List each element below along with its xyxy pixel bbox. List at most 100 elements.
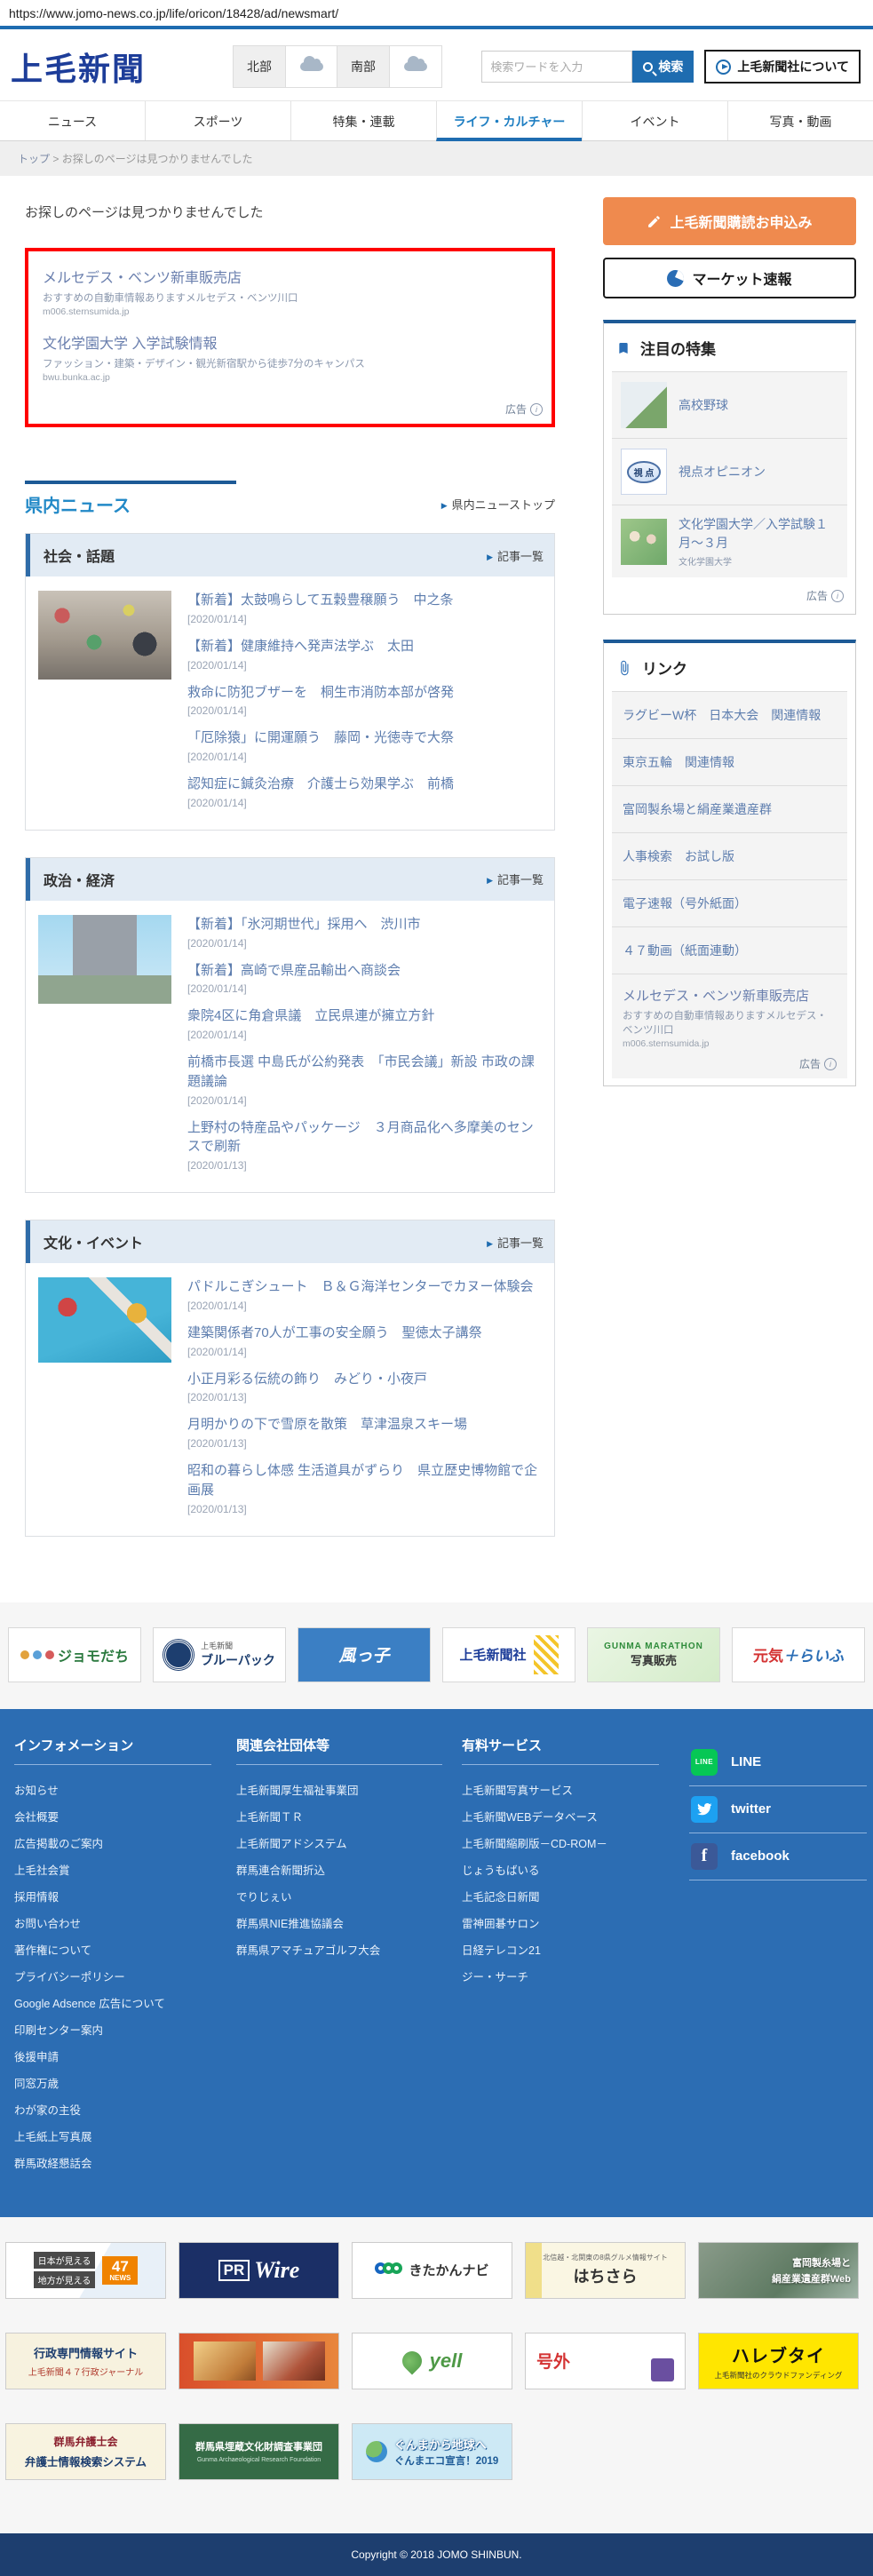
footer-link[interactable]: 著作権について [14, 1936, 211, 1963]
featured-item-koko-yakyu[interactable]: 高校野球 [612, 371, 847, 438]
footer-link[interactable]: じょうもばいる [462, 1856, 659, 1883]
search-button[interactable]: 検索 [632, 51, 694, 83]
ad-label[interactable]: 広告 i [623, 1049, 837, 1071]
site-logo[interactable]: 上毛新聞 [11, 44, 146, 90]
footer-link[interactable]: 群馬政経懇話会 [14, 2150, 211, 2176]
market-report-button[interactable]: マーケット速報 [603, 258, 856, 298]
banner-food-photos[interactable] [179, 2332, 339, 2389]
article-link[interactable]: 【新着】健康維持へ発声法学ぶ 太田 [187, 637, 542, 656]
nav-photo-video[interactable]: 写真・動画 [727, 101, 873, 140]
banner-kitakan-navi[interactable]: きたかんナビ [352, 2241, 512, 2299]
social-facebook[interactable]: f facebook [689, 1833, 867, 1880]
address-bar[interactable]: https://www.jomo-news.co.jp/life/oricon/… [0, 0, 873, 26]
banner-hachisara[interactable]: 北信越・北関東の8県グルメ情報サイト はちさら [525, 2241, 686, 2299]
article-link[interactable]: 建築関係者70人が工事の安全願う 聖徳太子講祭 [187, 1324, 542, 1343]
ad-title[interactable]: メルセデス・ベンツ新車販売店 [623, 986, 837, 1005]
footer-link[interactable]: 日経テレコン21 [462, 1936, 659, 1963]
article-list-link[interactable]: 記事一覧 [487, 1234, 544, 1251]
footer-link[interactable]: 上毛社会賞 [14, 1856, 211, 1883]
partner-genki-life[interactable]: 元気 ＋らいふ [732, 1626, 865, 1682]
nav-life-culture[interactable]: ライフ・カルチャー [436, 101, 582, 141]
banner-bengoshikai[interactable]: 群馬弁護士会 弁護士情報検索システム [5, 2422, 166, 2480]
footer-link[interactable]: 上毛新聞ＴＲ [236, 1803, 442, 1830]
banner-yell[interactable]: yell [352, 2332, 512, 2389]
article-link[interactable]: パドルこぎシュート Ｂ＆Ｇ海洋センターでカヌー体験会 [187, 1277, 542, 1297]
info-icon[interactable]: i [831, 589, 844, 602]
article-thumbnail[interactable] [38, 1277, 171, 1363]
sidebar-ad-unit[interactable]: メルセデス・ベンツ新車販売店 おすすめの自動車情報ありますメルセデス・ベンツ川口… [612, 974, 847, 1078]
footer-link[interactable]: Google Adsence 広告について [14, 1990, 211, 2016]
partner-jomodachi[interactable]: ジョモだち [8, 1626, 141, 1682]
banner-harebutai[interactable]: ハレブタイ 上毛新聞社のクラウドファンディング [698, 2332, 859, 2389]
footer-link[interactable]: わが家の主役 [14, 2096, 211, 2123]
article-link[interactable]: 衆院4区に角倉県議 立民県連が擁立方針 [187, 1006, 542, 1026]
footer-link[interactable]: 会社概要 [14, 1803, 211, 1830]
partner-jomo-shimbunsha[interactable]: 上毛新聞社 [442, 1626, 575, 1682]
article-thumbnail[interactable] [38, 914, 171, 1004]
partner-bluepack[interactable]: 上毛新聞 ブルーパック [153, 1626, 286, 1682]
footer-link[interactable]: 上毛新聞アドシステム [236, 1830, 442, 1856]
banner-gyosei-journal[interactable]: 行政専門情報サイト 上毛新聞４７行政ジャーナル [5, 2332, 166, 2389]
footer-link[interactable]: 上毛新聞写真サービス [462, 1777, 659, 1803]
sidebar-link-rugby[interactable]: ラグビーW杯 日本大会 関連情報 [612, 691, 847, 738]
breadcrumb-home[interactable]: トップ [18, 153, 50, 165]
footer-link[interactable]: 印刷センター案内 [14, 2016, 211, 2043]
footer-link[interactable]: 同窓万歳 [14, 2070, 211, 2096]
info-icon[interactable]: i [530, 402, 543, 416]
about-company-button[interactable]: 上毛新聞社について [704, 50, 861, 83]
footer-link[interactable]: ジー・サーチ [462, 1963, 659, 1990]
banner-tomioka-web[interactable]: 富岡製糸場と 絹産業遺産群Web [698, 2241, 859, 2299]
nav-features[interactable]: 特集・連載 [290, 101, 436, 140]
sidebar-link-47douga[interactable]: ４７動画（紙面連動） [612, 926, 847, 974]
footer-link[interactable]: 雷神囲碁サロン [462, 1910, 659, 1936]
partner-kazekko[interactable]: 風っ子 [298, 1626, 431, 1682]
footer-link[interactable]: お知らせ [14, 1777, 211, 1803]
nav-sports[interactable]: スポーツ [145, 101, 290, 140]
banner-gunma-eco[interactable]: ぐんまから地球へ ぐんまエコ宣言！2019 [352, 2422, 512, 2480]
banner-gogai[interactable]: 号外 [525, 2332, 686, 2389]
featured-item-shiten-opinion[interactable]: 視 点 視点オピニオン [612, 438, 847, 505]
social-line[interactable]: LINE LINE [689, 1739, 867, 1786]
article-link[interactable]: 「厄除猿」に開運願う 藤岡・光徳寺で大祭 [187, 728, 542, 748]
sidebar-link-tomioka[interactable]: 富岡製糸場と絹産業遺産群 [612, 785, 847, 832]
nav-events[interactable]: イベント [582, 101, 727, 140]
footer-link[interactable]: 後援申請 [14, 2043, 211, 2070]
sidebar-link-jinji[interactable]: 人事検索 お試し版 [612, 832, 847, 879]
ad-label[interactable]: 広告 i [612, 577, 847, 607]
banner-47news[interactable]: 日本が見える 地方が見える 47 NEWS [5, 2241, 166, 2299]
footer-link[interactable]: 群馬連合新聞折込 [236, 1856, 442, 1883]
ad-unit[interactable]: メルセデス・ベンツ新車販売店 おすすめの自動車情報ありますメルセデス・ベンツ川口… [43, 266, 537, 317]
social-twitter[interactable]: twitter [689, 1786, 867, 1833]
footer-link[interactable]: 上毛新聞WEBデータベース [462, 1803, 659, 1830]
footer-link[interactable]: プライバシーポリシー [14, 1963, 211, 1990]
search-input[interactable] [481, 51, 633, 83]
nav-news[interactable]: ニュース [0, 101, 145, 140]
article-link[interactable]: 月明かりの下で雪原を散策 草津温泉スキー場 [187, 1415, 542, 1435]
prefecture-news-top-link[interactable]: 県内ニューストップ [441, 496, 555, 513]
footer-link[interactable]: 採用情報 [14, 1883, 211, 1910]
footer-link[interactable]: 上毛紙上写真展 [14, 2123, 211, 2150]
article-link[interactable]: 【新着】「氷河期世代」採用へ 渋川市 [187, 915, 542, 934]
info-icon[interactable]: i [824, 1057, 837, 1070]
footer-link[interactable]: 上毛新聞縮刷版－CD-ROM－ [462, 1830, 659, 1856]
ad-unit[interactable]: 文化学園大学 入学試験情報 ファッション・建築・デザイン・観光新宿駅から徒歩7分… [43, 331, 537, 383]
article-link[interactable]: 前橋市長選 中島氏が公約発表 「市民会議」新設 市政の課題議論 [187, 1053, 542, 1092]
ad-label[interactable]: 広告 i [505, 402, 543, 417]
sidebar-link-olympics[interactable]: 東京五輪 関連情報 [612, 738, 847, 785]
footer-link[interactable]: お問い合わせ [14, 1910, 211, 1936]
partner-gunma-marathon[interactable]: GUNMA MARATHON 写真販売 [587, 1626, 720, 1682]
article-list-link[interactable]: 記事一覧 [487, 547, 544, 564]
subscribe-button[interactable]: 上毛新聞購読お申込み [603, 197, 856, 245]
article-list-link[interactable]: 記事一覧 [487, 871, 544, 887]
article-thumbnail[interactable] [38, 591, 171, 680]
footer-link[interactable]: 上毛記念日新聞 [462, 1883, 659, 1910]
article-link[interactable]: 救命に防犯ブザーを 桐生市消防本部が啓発 [187, 683, 542, 703]
article-link[interactable]: 昭和の暮らし体感 生活道具がずらり 県立歴史博物館で企画展 [187, 1461, 542, 1500]
footer-link[interactable]: 広告掲載のご案内 [14, 1830, 211, 1856]
article-link[interactable]: 【新着】高崎で県産品輸出へ商談会 [187, 961, 542, 981]
footer-link[interactable]: 群馬県NIE推進協議会 [236, 1910, 442, 1936]
footer-link[interactable]: 群馬県アマチュアゴルフ大会 [236, 1936, 442, 1963]
banner-maizo-bunkazai[interactable]: 群馬県埋蔵文化財調査事業団 Gunma Archaeological Resear… [179, 2422, 339, 2480]
footer-link[interactable]: でりじぇい [236, 1883, 442, 1910]
sidebar-link-denshi[interactable]: 電子速報（号外紙面） [612, 879, 847, 926]
